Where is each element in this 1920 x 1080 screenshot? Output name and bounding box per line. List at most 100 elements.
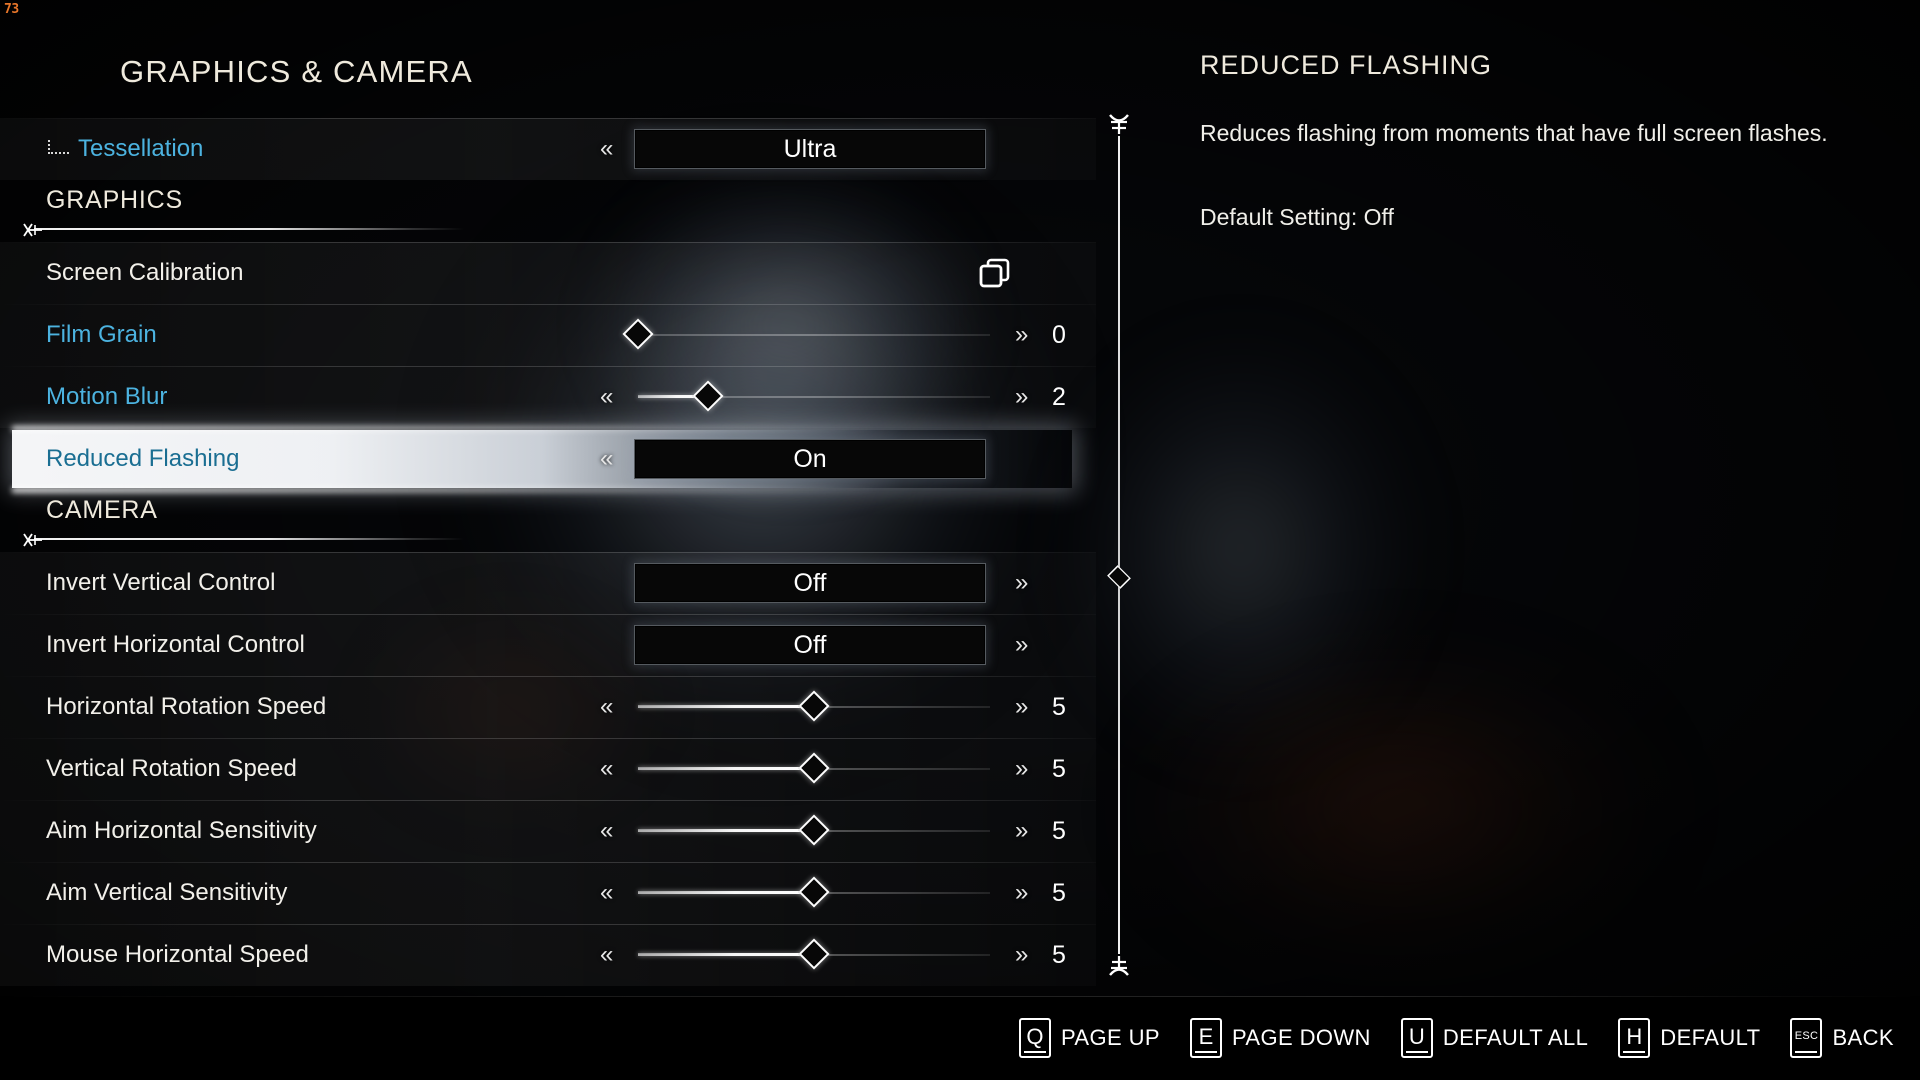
keycap-h[interactable]: H: [1618, 1018, 1651, 1058]
increase-chevron-icon[interactable]: »: [1015, 633, 1028, 657]
footer-hint-page-down[interactable]: E PAGE DOWN: [1189, 1018, 1371, 1058]
increase-chevron-icon[interactable]: »: [1015, 695, 1028, 719]
slider-fill: [638, 953, 814, 956]
slider-value: 5: [1052, 940, 1066, 969]
hint-label: DEFAULT: [1660, 1025, 1761, 1050]
setting-row-horizontal-rotation-speed[interactable]: Horizontal Rotation Speed « » 5: [0, 676, 1096, 738]
slider-thumb[interactable]: [692, 380, 724, 412]
keycap-label: Q: [1026, 1024, 1044, 1049]
slider-thumb[interactable]: [798, 876, 830, 908]
footer-hint-default-all[interactable]: U DEFAULT ALL: [1400, 1018, 1588, 1058]
keycap-label: U: [1408, 1024, 1425, 1049]
option-value: Off: [793, 568, 827, 597]
slider[interactable]: [638, 690, 990, 722]
scrollbar-thumb[interactable]: [1107, 565, 1131, 589]
page-title: GRAPHICS & CAMERA: [120, 54, 473, 89]
option-box[interactable]: Off: [634, 625, 986, 665]
decrease-chevron-icon[interactable]: «: [600, 757, 613, 781]
slider[interactable]: [638, 814, 990, 846]
increase-chevron-icon[interactable]: »: [1015, 571, 1028, 595]
setting-control[interactable]: « On: [580, 428, 1096, 490]
setting-row-invert-vertical-control[interactable]: Invert Vertical Control » Off: [0, 552, 1096, 614]
slider-value: 5: [1052, 816, 1066, 845]
setting-control[interactable]: [580, 242, 1096, 304]
setting-control[interactable]: « » 5: [580, 800, 1096, 862]
setting-row-motion-blur[interactable]: Motion Blur « » 2: [0, 366, 1096, 428]
setting-control[interactable]: » Off: [580, 614, 1096, 676]
footer-hint-default[interactable]: H DEFAULT: [1618, 1018, 1760, 1058]
setting-control[interactable]: « » 5: [580, 676, 1096, 738]
setting-label: Screen Calibration: [46, 259, 244, 286]
slider[interactable]: [638, 938, 990, 970]
increase-chevron-icon[interactable]: »: [1015, 819, 1028, 843]
slider-value: 5: [1052, 692, 1066, 721]
slider[interactable]: [638, 876, 990, 908]
setting-label: Aim Vertical Sensitivity: [46, 879, 288, 906]
section-header-camera: CAMERA: [0, 490, 1096, 552]
setting-row-aim-vertical-sensitivity[interactable]: Aim Vertical Sensitivity « » 5: [0, 862, 1096, 924]
setting-row-reduced-flashing[interactable]: Reduced Flashing « On: [0, 428, 1096, 490]
slider-thumb[interactable]: [798, 814, 830, 846]
setting-label: Tessellation: [78, 135, 204, 162]
slider-thumb[interactable]: [798, 752, 830, 784]
decrease-chevron-icon[interactable]: «: [600, 447, 613, 471]
section-label: GRAPHICS: [46, 186, 183, 214]
setting-control[interactable]: « Ultra: [580, 118, 1096, 180]
hint-label: BACK: [1832, 1025, 1894, 1050]
footer-hint-page-up[interactable]: Q PAGE UP: [1018, 1018, 1160, 1058]
setting-control[interactable]: « » 2: [580, 366, 1096, 428]
option-value: Ultra: [783, 134, 837, 163]
scrollbar[interactable]: [1104, 110, 1134, 980]
setting-row-film-grain[interactable]: Film Grain » 0: [0, 304, 1096, 366]
slider-fill: [638, 891, 814, 894]
slider-thumb[interactable]: [622, 318, 654, 350]
slider-thumb[interactable]: [798, 938, 830, 970]
keycap-esc[interactable]: ESC: [1790, 1018, 1823, 1058]
slider-value: 2: [1052, 382, 1066, 411]
keycap-q[interactable]: Q: [1018, 1018, 1051, 1058]
setting-label: Film Grain: [46, 321, 157, 348]
setting-row-tessellation[interactable]: Tessellation « Ultra: [0, 118, 1096, 180]
setting-row-invert-horizontal-control[interactable]: Invert Horizontal Control » Off: [0, 614, 1096, 676]
slider-fill: [638, 829, 814, 832]
increase-chevron-icon[interactable]: »: [1015, 323, 1028, 347]
decrease-chevron-icon[interactable]: «: [600, 819, 613, 843]
setting-row-vertical-rotation-speed[interactable]: Vertical Rotation Speed « » 5: [0, 738, 1096, 800]
decrease-chevron-icon[interactable]: «: [600, 137, 613, 161]
increase-chevron-icon[interactable]: »: [1015, 881, 1028, 905]
fps-counter: 73: [4, 2, 19, 17]
decrease-chevron-icon[interactable]: «: [600, 943, 613, 967]
setting-row-mouse-horizontal-speed[interactable]: Mouse Horizontal Speed « » 5: [0, 924, 1096, 986]
copy-layers-icon[interactable]: [978, 256, 1012, 290]
setting-label: Horizontal Rotation Speed: [46, 693, 327, 720]
setting-control[interactable]: « » 5: [580, 924, 1096, 986]
decrease-chevron-icon[interactable]: «: [600, 881, 613, 905]
decrease-chevron-icon[interactable]: «: [600, 385, 613, 409]
setting-control[interactable]: » 0: [580, 304, 1096, 366]
increase-chevron-icon[interactable]: »: [1015, 385, 1028, 409]
setting-control[interactable]: « » 5: [580, 862, 1096, 924]
setting-label: Invert Horizontal Control: [46, 631, 305, 658]
keycap-label: ESC: [1794, 1029, 1819, 1042]
section-cap-icon: [22, 532, 42, 548]
settings-list: Tessellation « Ultra GRAPHICS Screen Calibra…: [0, 118, 1096, 986]
increase-chevron-icon[interactable]: »: [1015, 757, 1028, 781]
setting-row-screen-calibration[interactable]: Screen Calibration: [0, 242, 1096, 304]
slider[interactable]: [638, 752, 990, 784]
slider[interactable]: [638, 380, 990, 412]
decrease-chevron-icon[interactable]: «: [600, 695, 613, 719]
setting-row-aim-horizontal-sensitivity[interactable]: Aim Horizontal Sensitivity « » 5: [0, 800, 1096, 862]
setting-label: Invert Vertical Control: [46, 569, 276, 596]
setting-control[interactable]: « » 5: [580, 738, 1096, 800]
slider-thumb[interactable]: [798, 690, 830, 722]
footer-hint-back[interactable]: ESC BACK: [1790, 1018, 1894, 1058]
slider[interactable]: [622, 318, 990, 350]
keycap-e[interactable]: E: [1189, 1018, 1222, 1058]
option-box[interactable]: Ultra: [634, 129, 986, 169]
option-box[interactable]: Off: [634, 563, 986, 603]
setting-control[interactable]: » Off: [580, 552, 1096, 614]
option-box[interactable]: On: [634, 439, 986, 479]
keycap-u[interactable]: U: [1400, 1018, 1433, 1058]
hint-label: PAGE UP: [1060, 1025, 1160, 1050]
increase-chevron-icon[interactable]: »: [1015, 943, 1028, 967]
